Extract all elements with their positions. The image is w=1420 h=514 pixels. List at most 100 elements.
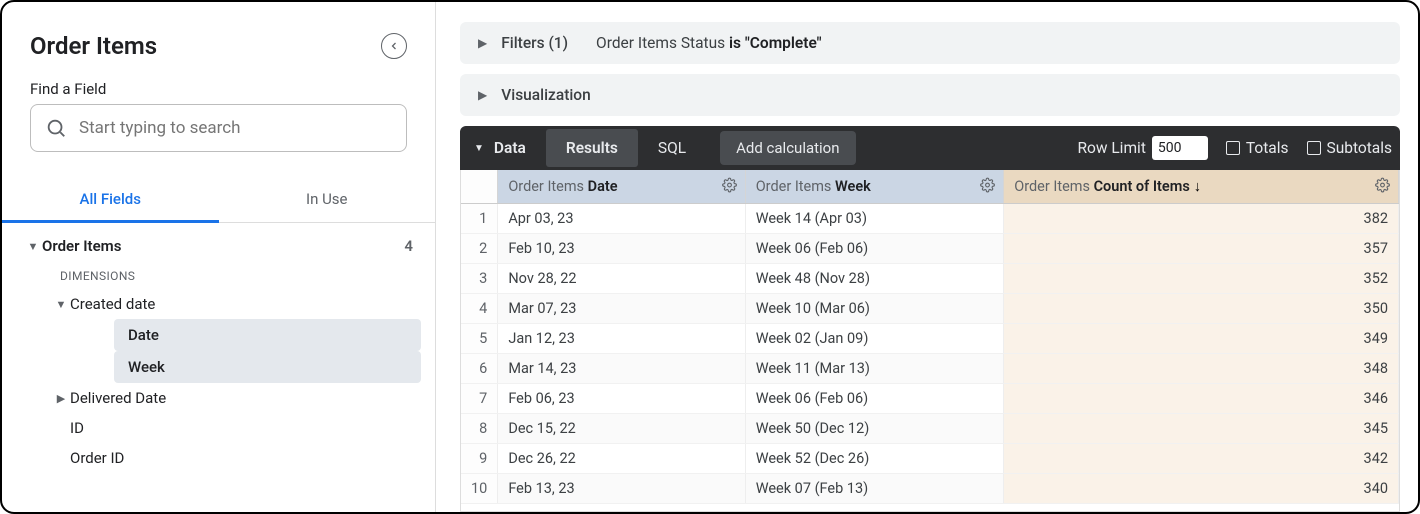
- caret-down-icon: ▼: [24, 240, 42, 253]
- cell-count: 349: [1004, 324, 1399, 354]
- column-week[interactable]: Order Items Week: [745, 170, 1004, 204]
- collapse-sidebar-button[interactable]: [381, 33, 407, 59]
- visualization-panel[interactable]: ▶ Visualization: [460, 74, 1400, 116]
- cell-rownum: 7: [461, 384, 498, 414]
- subtotals-checkbox[interactable]: Subtotals: [1307, 139, 1392, 157]
- tree-item-created-date[interactable]: ▼ Created date: [44, 289, 421, 319]
- cell-week: Week 14 (Apr 03): [745, 204, 1004, 234]
- results-table: Order Items Date Order Items Week Order …: [461, 170, 1399, 504]
- filters-panel[interactable]: ▶ Filters (1) Order Items Status is "Com…: [460, 22, 1400, 64]
- cell-count: 350: [1004, 294, 1399, 324]
- tree-item-label: Order ID: [70, 449, 124, 467]
- field-order-id[interactable]: Order ID: [44, 443, 421, 473]
- checkbox-icon: [1226, 141, 1240, 155]
- cell-count: 342: [1004, 444, 1399, 474]
- field-date[interactable]: Date: [114, 319, 421, 351]
- caret-right-icon: ▶: [478, 36, 487, 50]
- cell-count: 352: [1004, 264, 1399, 294]
- search-box[interactable]: [30, 104, 407, 152]
- search-icon: [45, 117, 67, 139]
- caret-down-icon: ▼: [52, 298, 70, 311]
- cell-date: Jan 12, 23: [498, 324, 745, 354]
- cell-count: 346: [1004, 384, 1399, 414]
- cell-rownum: 1: [461, 204, 498, 234]
- table-row[interactable]: 3Nov 28, 22Week 48 (Nov 28)352: [461, 264, 1399, 294]
- field-picker-sidebar: Order Items Find a Field All Fields In U…: [2, 2, 436, 512]
- cell-count: 345: [1004, 414, 1399, 444]
- column-prefix: Order Items: [508, 178, 587, 195]
- cell-week: Week 06 (Feb 06): [745, 234, 1004, 264]
- data-bar: ▼ Data Results SQL Add calculation Row L…: [460, 126, 1400, 170]
- add-calculation-button[interactable]: Add calculation: [720, 131, 855, 165]
- visualization-label: Visualization: [501, 86, 591, 104]
- tree-section-order-items[interactable]: ▼ Order Items 4: [16, 231, 421, 261]
- gear-icon[interactable]: [980, 177, 995, 196]
- cell-rownum: 10: [461, 474, 498, 504]
- tree-item-delivered-date[interactable]: ▶ Delivered Date: [44, 383, 421, 413]
- table-row[interactable]: 2Feb 10, 23Week 06 (Feb 06)357: [461, 234, 1399, 264]
- cell-date: Feb 06, 23: [498, 384, 745, 414]
- field-week[interactable]: Week: [114, 351, 421, 383]
- cell-date: Mar 07, 23: [498, 294, 745, 324]
- gear-icon[interactable]: [1375, 177, 1390, 196]
- cell-week: Week 52 (Dec 26): [745, 444, 1004, 474]
- filters-label: Filters (1): [501, 34, 568, 52]
- cell-rownum: 8: [461, 414, 498, 444]
- column-date[interactable]: Order Items Date: [498, 170, 745, 204]
- column-count[interactable]: Order Items Count of Items↓: [1004, 170, 1399, 204]
- caret-down-icon: ▼: [474, 143, 484, 154]
- row-limit-label: Row Limit: [1077, 139, 1145, 157]
- filter-summary-bold: is "Complete": [729, 34, 822, 52]
- cell-rownum: 3: [461, 264, 498, 294]
- column-main: Week: [835, 178, 871, 195]
- cell-week: Week 11 (Mar 13): [745, 354, 1004, 384]
- cell-count: 382: [1004, 204, 1399, 234]
- cell-rownum: 5: [461, 324, 498, 354]
- cell-date: Nov 28, 22: [498, 264, 745, 294]
- cell-date: Mar 14, 23: [498, 354, 745, 384]
- tree-section-label: Order Items: [42, 237, 121, 255]
- table-row[interactable]: 5Jan 12, 23Week 02 (Jan 09)349: [461, 324, 1399, 354]
- column-rownum: [461, 170, 498, 204]
- totals-label: Totals: [1246, 139, 1289, 157]
- cell-rownum: 6: [461, 354, 498, 384]
- checkbox-icon: [1307, 141, 1321, 155]
- cell-count: 348: [1004, 354, 1399, 384]
- cell-rownum: 4: [461, 294, 498, 324]
- cell-week: Week 02 (Jan 09): [745, 324, 1004, 354]
- cell-rownum: 9: [461, 444, 498, 474]
- row-limit-input[interactable]: [1152, 136, 1208, 160]
- tab-in-use[interactable]: In Use: [219, 176, 436, 222]
- cell-date: Dec 26, 22: [498, 444, 745, 474]
- cell-date: Apr 03, 23: [498, 204, 745, 234]
- tab-results[interactable]: Results: [546, 129, 638, 167]
- subtotals-label: Subtotals: [1327, 139, 1392, 157]
- table-row[interactable]: 6Mar 14, 23Week 11 (Mar 13)348: [461, 354, 1399, 384]
- cell-date: Dec 15, 22: [498, 414, 745, 444]
- table-row[interactable]: 1Apr 03, 23Week 14 (Apr 03)382: [461, 204, 1399, 234]
- table-row[interactable]: 9Dec 26, 22Week 52 (Dec 26)342: [461, 444, 1399, 474]
- field-id[interactable]: ID: [44, 413, 421, 443]
- column-prefix: Order Items: [1014, 178, 1093, 195]
- gear-icon[interactable]: [722, 177, 737, 196]
- caret-right-icon: ▶: [478, 88, 487, 102]
- chevron-left-icon: [388, 40, 400, 52]
- tab-all-fields[interactable]: All Fields: [2, 176, 219, 222]
- tab-sql[interactable]: SQL: [638, 129, 706, 167]
- totals-checkbox[interactable]: Totals: [1226, 139, 1289, 157]
- sort-desc-icon: ↓: [1194, 178, 1201, 195]
- tree-item-label: Delivered Date: [70, 389, 166, 407]
- dimensions-label: DIMENSIONS: [16, 261, 421, 289]
- data-dropdown[interactable]: ▼ Data: [474, 139, 526, 157]
- table-row[interactable]: 10Feb 13, 23Week 07 (Feb 13)340: [461, 474, 1399, 504]
- table-row[interactable]: 4Mar 07, 23Week 10 (Mar 06)350: [461, 294, 1399, 324]
- table-row[interactable]: 7Feb 06, 23Week 06 (Feb 06)346: [461, 384, 1399, 414]
- search-input[interactable]: [79, 118, 392, 138]
- table-row[interactable]: 8Dec 15, 22Week 50 (Dec 12)345: [461, 414, 1399, 444]
- caret-right-icon: ▶: [52, 392, 70, 405]
- cell-count: 357: [1004, 234, 1399, 264]
- column-main: Date: [588, 178, 618, 195]
- column-main: Count of Items: [1094, 178, 1190, 195]
- cell-week: Week 06 (Feb 06): [745, 384, 1004, 414]
- cell-date: Feb 10, 23: [498, 234, 745, 264]
